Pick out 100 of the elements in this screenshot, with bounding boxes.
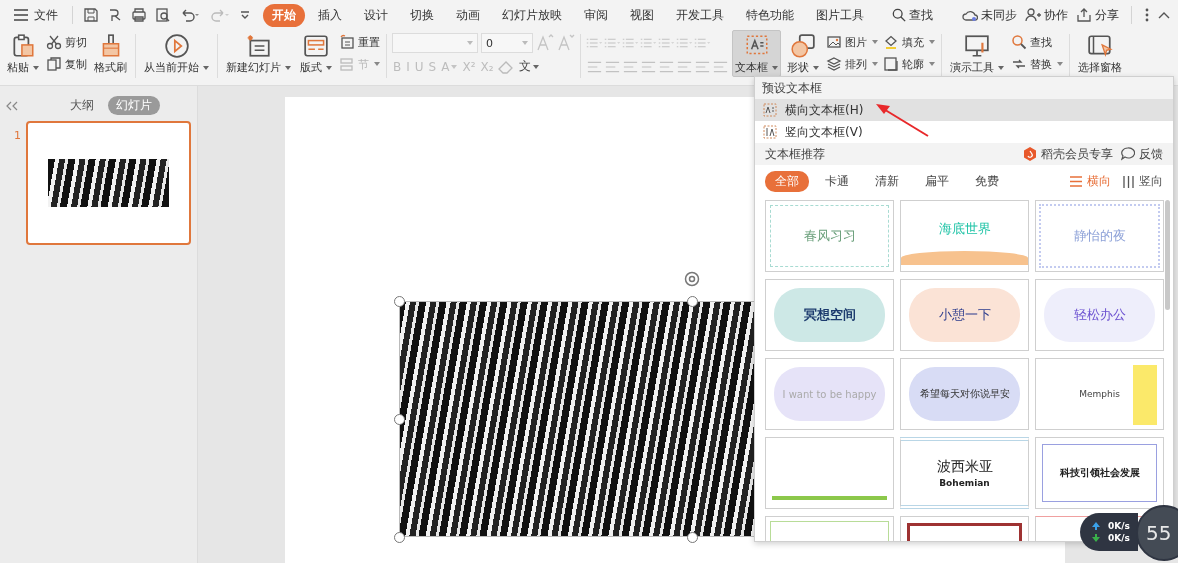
feedback-link[interactable]: 反馈 [1121, 143, 1163, 165]
ribbon-button[interactable]: 演示工具 [947, 30, 1007, 77]
text-box-template[interactable]: 科技引领社会发展 [1035, 437, 1164, 509]
line-spacing-icon[interactable] [694, 36, 711, 50]
ribbon-button[interactable]: 从当前开始 [141, 30, 212, 77]
caret-icon [203, 65, 209, 70]
orientation-option[interactable]: 竖向 [1123, 173, 1163, 190]
menu-item[interactable]: 横向文本框(H) [755, 99, 1173, 121]
ribbon-button[interactable]: 排列 [825, 55, 879, 73]
text-box-template[interactable]: 冥想空间 [765, 279, 894, 351]
outdent-icon[interactable] [622, 36, 639, 50]
menu-tab[interactable]: 开发工具 [667, 3, 733, 27]
align-right-icon[interactable] [622, 60, 639, 74]
menu-tab[interactable]: 视图 [621, 3, 663, 27]
menu-tab[interactable]: 图片工具 [807, 3, 873, 27]
filter-tab[interactable]: 扁平 [915, 171, 959, 192]
menu-tab[interactable]: 插入 [309, 3, 351, 27]
bullet-list-icon[interactable] [586, 36, 603, 50]
ribbon-button[interactable]: 粘贴 [4, 30, 42, 77]
scrollbar[interactable] [1165, 200, 1170, 310]
distribute-icon[interactable] [658, 60, 675, 74]
font-name-field[interactable] [392, 33, 478, 53]
ribbon-button[interactable]: 剪切 [45, 33, 88, 51]
resize-handle[interactable] [394, 296, 405, 307]
vertical-lines-icon [1123, 175, 1134, 188]
format-painter-icon[interactable] [107, 7, 123, 23]
template-title: 冥想空间 [803, 306, 856, 324]
resize-handle[interactable] [687, 296, 698, 307]
justify-icon[interactable] [640, 60, 657, 74]
ribbon-button[interactable]: 图片 [825, 33, 879, 51]
filter-tab[interactable]: 清新 [865, 171, 909, 192]
panel-tab[interactable]: 大纲 [62, 96, 102, 115]
text-box-template[interactable]: 波西米亚 Bohemian [900, 437, 1029, 509]
print-preview-icon[interactable] [155, 7, 171, 23]
shrink-font-icon[interactable] [557, 34, 575, 52]
text-box-template[interactable]: 小憩一下 [900, 279, 1029, 351]
template-title: 科技引领社会发展 [1059, 466, 1140, 480]
more-icon[interactable] [1144, 7, 1150, 23]
menu-item[interactable]: 竖向文本框(V) [755, 121, 1173, 143]
ribbon-button[interactable]: 填充 [882, 33, 936, 51]
template-title: 小憩一下 [938, 306, 991, 324]
text-box-template[interactable]: 轻松办公 [1035, 279, 1164, 351]
align-text-icon[interactable] [676, 36, 693, 50]
menu-tab[interactable]: 设计 [355, 3, 397, 27]
ribbon-button[interactable]: 选择窗格 [1075, 30, 1125, 77]
ribbon-button[interactable]: 形状 [784, 30, 822, 77]
up-arrow-icon [1092, 522, 1100, 530]
menu-tab[interactable]: 审阅 [575, 3, 617, 27]
template-title: 海底世界 [938, 220, 991, 238]
filter-tab[interactable]: 免费 [965, 171, 1009, 192]
resize-handle[interactable] [687, 532, 698, 543]
ribbon-button[interactable]: 版式 [297, 30, 335, 77]
text-direction-icon[interactable] [658, 36, 675, 50]
menu-tab[interactable]: 动画 [447, 3, 489, 27]
font-style-button[interactable]: 文 [518, 58, 541, 75]
list-icon[interactable] [694, 60, 711, 74]
rotate-handle[interactable] [684, 271, 700, 287]
ribbon-button[interactable]: 复制 [45, 55, 88, 73]
collapse-left-icon[interactable] [6, 100, 18, 111]
menu-tab[interactable]: 切换 [401, 3, 443, 27]
indent-icon[interactable] [640, 36, 657, 50]
save-icon[interactable] [83, 7, 99, 23]
caret-icon [326, 65, 332, 70]
search-button[interactable]: 查找 [883, 3, 942, 27]
ribbon-button[interactable]: 重置 [338, 33, 381, 51]
text-box-template[interactable]: 希望每天对你说早安 [900, 358, 1029, 430]
font-size-field[interactable]: 0 [481, 33, 533, 53]
align-left-icon[interactable] [586, 60, 603, 74]
resize-handle[interactable] [394, 414, 405, 425]
resize-handle[interactable] [394, 532, 405, 543]
align-center-icon[interactable] [604, 60, 621, 74]
usage-gauge-toast[interactable]: 55 [1136, 505, 1178, 561]
list-icon[interactable] [676, 60, 693, 74]
list-icon[interactable] [712, 60, 729, 74]
caret-icon [467, 41, 473, 45]
caret-icon [772, 65, 778, 70]
scissors-icon [46, 35, 62, 50]
menu-tab[interactable]: 幻灯片放映 [493, 3, 571, 27]
toolbar-action[interactable]: 协作 [1025, 6, 1068, 24]
grow-font-icon[interactable] [536, 34, 554, 52]
toolbar-action[interactable]: 未同步 [962, 6, 1017, 24]
print-icon[interactable] [131, 7, 147, 23]
member-label[interactable]: 稻壳会员专享 [1023, 143, 1113, 165]
file-menu[interactable]: 文件 [10, 6, 62, 24]
menu-tab[interactable]: 特色功能 [737, 3, 803, 27]
filter-tab[interactable]: 卡通 [815, 171, 859, 192]
ribbon-button[interactable]: 文本框 [732, 30, 781, 77]
ribbon-button[interactable]: 查找 [1010, 33, 1064, 51]
template-title: Memphis [1079, 389, 1120, 399]
ribbon-button[interactable]: 轮廓 [882, 55, 936, 73]
toolbar-action[interactable]: 分享 [1076, 6, 1119, 24]
collapse-icon[interactable] [1158, 10, 1170, 20]
numbered-list-icon[interactable] [604, 36, 621, 50]
ribbon-button[interactable]: 格式刷 [91, 30, 130, 77]
ribbon-button[interactable]: 替换 [1010, 55, 1064, 73]
slide-thumbnail[interactable] [26, 121, 191, 245]
ribbon-button[interactable]: 新建幻灯片 [223, 30, 294, 77]
caret-icon [33, 65, 39, 70]
text-box-template[interactable]: Memphis [1035, 358, 1164, 430]
redo-icon[interactable] [209, 7, 231, 23]
